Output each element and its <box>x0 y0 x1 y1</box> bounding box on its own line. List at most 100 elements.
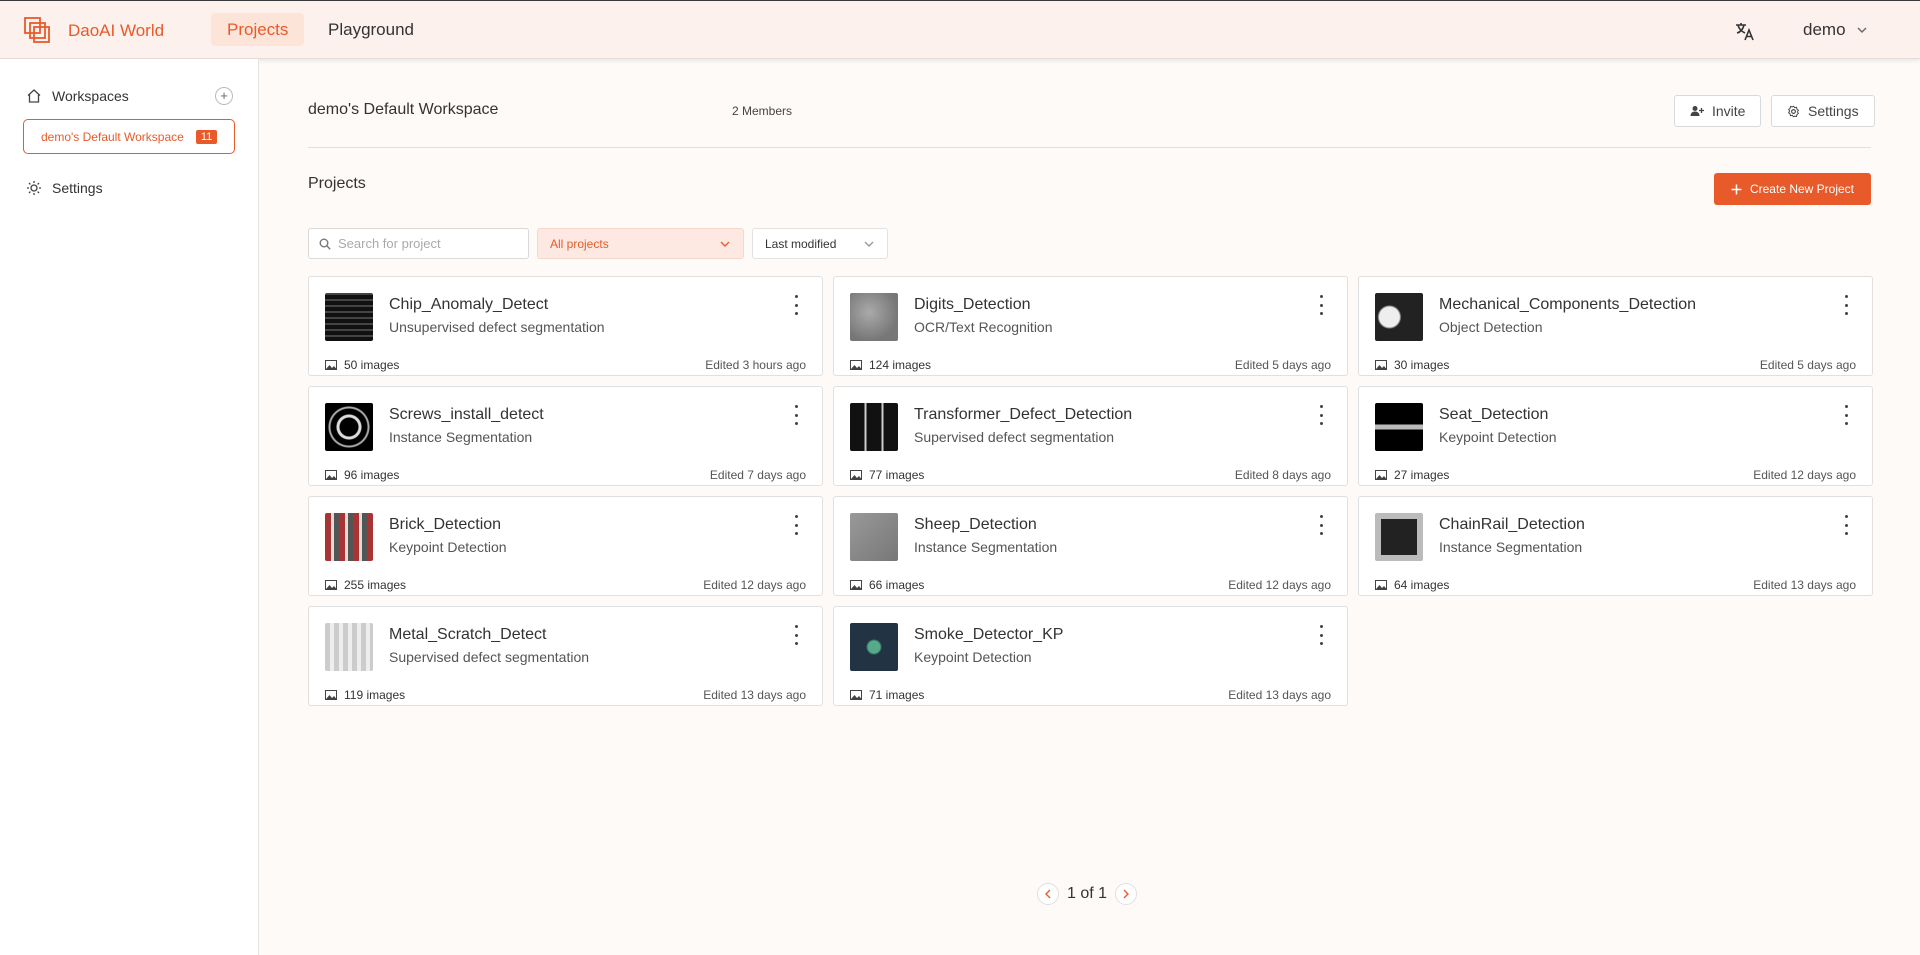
project-name[interactable]: Screws_install_detect <box>389 406 544 424</box>
search-input[interactable] <box>338 236 518 251</box>
sort-select[interactable]: Last modified <box>752 228 888 259</box>
sun-settings-icon <box>27 181 41 195</box>
add-workspace-button[interactable]: + <box>215 87 233 105</box>
project-card[interactable]: Sheep_Detection Instance Segmentation 66… <box>833 496 1348 596</box>
image-count: 124 images <box>869 358 932 372</box>
project-name[interactable]: Chip_Anomaly_Detect <box>389 296 548 314</box>
project-card[interactable]: Digits_Detection OCR/Text Recognition 12… <box>833 276 1348 376</box>
project-type: Keypoint Detection <box>1439 429 1557 445</box>
project-type: Instance Segmentation <box>914 539 1058 555</box>
project-thumbnail[interactable] <box>850 623 898 671</box>
project-thumbnail[interactable] <box>325 403 373 451</box>
invite-button[interactable]: Invite <box>1674 95 1762 127</box>
sidebar-item-settings[interactable]: Settings <box>26 180 103 196</box>
sidebar-item-workspaces[interactable]: Workspaces <box>26 88 129 104</box>
translate-icon[interactable] <box>1734 20 1756 42</box>
image-count: 255 images <box>344 578 407 592</box>
last-edited: Edited 3 hours ago <box>705 358 806 372</box>
image-count: 96 images <box>344 468 400 482</box>
project-thumbnail[interactable] <box>325 513 373 561</box>
daoai-logo-icon[interactable] <box>24 17 50 43</box>
project-card[interactable]: ChainRail_Detection Instance Segmentatio… <box>1358 496 1873 596</box>
image-count: 119 images <box>344 688 406 702</box>
home-icon <box>27 89 41 103</box>
project-card[interactable]: Seat_Detection Keypoint Detection 27 ima… <box>1358 386 1873 486</box>
prev-page-button[interactable] <box>1037 883 1059 905</box>
more-options-icon[interactable] <box>792 405 800 425</box>
project-filter-select[interactable]: All projects <box>537 228 744 259</box>
project-thumbnail[interactable] <box>1375 293 1423 341</box>
tab-projects[interactable]: Projects <box>211 13 305 46</box>
last-edited: Edited 7 days ago <box>709 468 806 482</box>
project-meta: 77 images Edited 8 days ago <box>850 467 1331 483</box>
sidebar-item-label: Settings <box>52 180 103 196</box>
last-edited: Edited 5 days ago <box>1759 358 1856 372</box>
project-name[interactable]: Digits_Detection <box>914 296 1031 314</box>
image-icon <box>1375 580 1387 590</box>
image-count: 64 images <box>1394 578 1450 592</box>
next-page-button[interactable] <box>1115 883 1138 905</box>
more-options-icon[interactable] <box>1317 515 1325 535</box>
project-name[interactable]: Transformer_Defect_Detection <box>914 406 1132 424</box>
more-options-icon[interactable] <box>1317 405 1325 425</box>
project-meta: 27 images Edited 12 days ago <box>1375 467 1856 483</box>
chevron-down-icon <box>1857 27 1867 33</box>
more-options-icon[interactable] <box>1317 295 1325 315</box>
image-icon <box>850 580 862 590</box>
pagination: 1 of 1 <box>1037 883 1138 905</box>
more-options-icon[interactable] <box>1842 405 1850 425</box>
tab-playground[interactable]: Playground <box>312 13 430 46</box>
project-card[interactable]: Screws_install_detect Instance Segmentat… <box>308 386 823 486</box>
more-options-icon[interactable] <box>792 515 800 535</box>
project-thumbnail[interactable] <box>850 513 898 561</box>
sidebar-item-default-workspace[interactable]: demo's Default Workspace 11 <box>23 119 235 154</box>
chevron-left-icon <box>1045 889 1051 899</box>
project-card[interactable]: Metal_Scratch_Detect Supervised defect s… <box>308 606 823 706</box>
last-edited: Edited 5 days ago <box>1234 358 1331 372</box>
project-thumbnail[interactable] <box>1375 403 1423 451</box>
project-card[interactable]: Mechanical_Components_Detection Object D… <box>1358 276 1873 376</box>
project-thumbnail[interactable] <box>325 293 373 341</box>
project-meta: 71 images Edited 13 days ago <box>850 687 1331 703</box>
user-menu[interactable]: demo <box>1803 20 1868 40</box>
project-name[interactable]: Sheep_Detection <box>914 516 1037 534</box>
project-meta: 96 images Edited 7 days ago <box>325 467 806 483</box>
more-options-icon[interactable] <box>1842 295 1850 315</box>
project-thumbnail[interactable] <box>325 623 373 671</box>
project-name[interactable]: Metal_Scratch_Detect <box>389 626 546 644</box>
project-thumbnail[interactable] <box>850 293 898 341</box>
image-count: 77 images <box>869 468 925 482</box>
members-count[interactable]: 2 Members <box>732 104 792 118</box>
create-new-project-button[interactable]: Create New Project <box>1714 173 1871 205</box>
project-type: Supervised defect segmentation <box>914 429 1115 445</box>
project-type: Object Detection <box>1439 319 1543 335</box>
project-type: Keypoint Detection <box>389 539 507 555</box>
more-options-icon[interactable] <box>792 625 800 645</box>
workspace-settings-button[interactable]: Settings <box>1771 95 1875 127</box>
project-name[interactable]: Brick_Detection <box>389 516 501 534</box>
brand-name[interactable]: DaoAI World <box>68 21 164 41</box>
project-type: Unsupervised defect segmentation <box>389 319 605 335</box>
plus-icon <box>1731 184 1742 194</box>
project-thumbnail[interactable] <box>1375 513 1423 561</box>
chevron-down-icon <box>864 241 874 247</box>
project-thumbnail[interactable] <box>850 403 898 451</box>
project-name[interactable]: Seat_Detection <box>1439 406 1548 424</box>
project-meta: 50 images Edited 3 hours ago <box>325 357 806 373</box>
project-card[interactable]: Transformer_Defect_Detection Supervised … <box>833 386 1348 486</box>
project-card[interactable]: Brick_Detection Keypoint Detection 255 i… <box>308 496 823 596</box>
project-name[interactable]: Smoke_Detector_KP <box>914 626 1063 644</box>
sidebar: Workspaces + demo's Default Workspace 11… <box>0 59 259 955</box>
workspace-title: demo's Default Workspace <box>308 101 499 118</box>
project-card[interactable]: Smoke_Detector_KP Keypoint Detection 71 … <box>833 606 1348 706</box>
project-meta: 124 images Edited 5 days ago <box>850 357 1331 373</box>
project-card[interactable]: Chip_Anomaly_Detect Unsupervised defect … <box>308 276 823 376</box>
create-project-label: Create New Project <box>1749 182 1855 196</box>
more-options-icon[interactable] <box>1317 625 1325 645</box>
project-name[interactable]: ChainRail_Detection <box>1439 516 1585 534</box>
more-options-icon[interactable] <box>792 295 800 315</box>
sort-value: Last modified <box>765 236 837 251</box>
project-type: Supervised defect segmentation <box>389 649 590 665</box>
more-options-icon[interactable] <box>1842 515 1850 535</box>
project-name[interactable]: Mechanical_Components_Detection <box>1439 296 1696 314</box>
